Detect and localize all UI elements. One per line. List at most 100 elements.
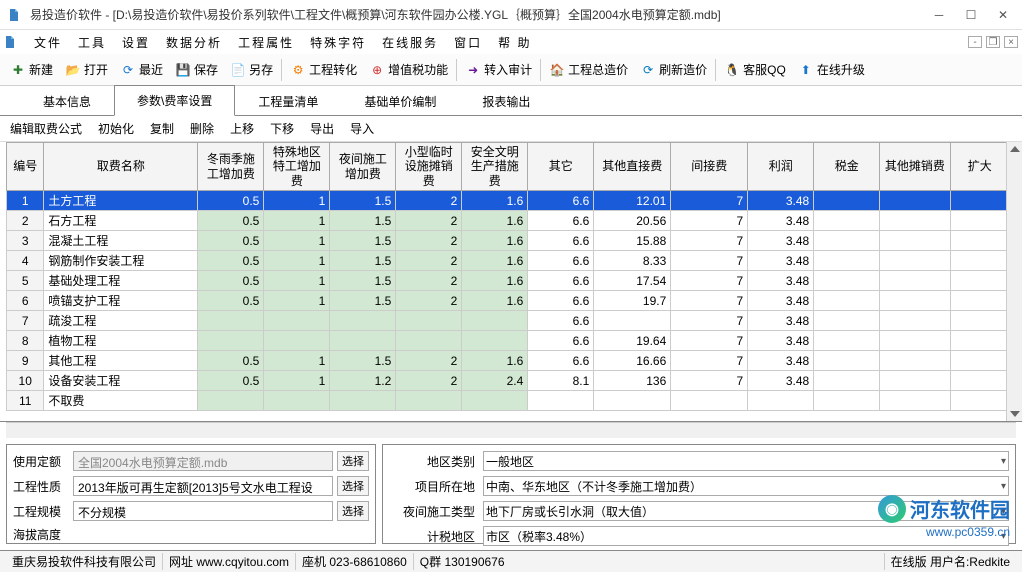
cell[interactable]: 1.6 (462, 351, 528, 371)
cell[interactable]: 19.7 (594, 291, 671, 311)
cell[interactable] (950, 371, 1009, 391)
cell[interactable] (748, 391, 814, 411)
cell[interactable] (950, 191, 1009, 211)
sub-movedown[interactable]: 下移 (266, 118, 298, 139)
row-name[interactable]: 植物工程 (44, 331, 198, 351)
col-header[interactable]: 扩大 (950, 143, 1009, 191)
cell[interactable]: 1.6 (462, 231, 528, 251)
cell[interactable]: 2 (396, 231, 462, 251)
cell[interactable] (880, 371, 950, 391)
cell[interactable]: 6.6 (528, 291, 594, 311)
cell[interactable] (814, 371, 880, 391)
cell[interactable]: 1.5 (330, 211, 396, 231)
cell[interactable]: 3.48 (748, 271, 814, 291)
cell[interactable]: 0.5 (198, 291, 264, 311)
cell[interactable]: 1.6 (462, 291, 528, 311)
cell[interactable] (880, 271, 950, 291)
minimize-button[interactable]: ─ (932, 8, 946, 22)
cell[interactable]: 2 (396, 211, 462, 231)
table-row[interactable]: 9其他工程0.511.521.66.616.6673.48 (7, 351, 1010, 371)
col-header[interactable]: 其他摊销费 (880, 143, 950, 191)
sub-import[interactable]: 导入 (346, 118, 378, 139)
cell[interactable]: 1.5 (330, 191, 396, 211)
cell[interactable] (950, 391, 1009, 411)
mdi-restore[interactable]: ❐ (986, 36, 1000, 48)
col-header[interactable]: 取费名称 (44, 143, 198, 191)
grid-scrollbar-horizontal[interactable] (6, 422, 1016, 438)
tool-upgrade[interactable]: ⬆在线升级 (792, 58, 871, 81)
cell[interactable]: 2.4 (462, 371, 528, 391)
tool-save[interactable]: 💾保存 (169, 58, 224, 81)
cell[interactable]: 0.5 (198, 191, 264, 211)
cell[interactable]: 0.5 (198, 211, 264, 231)
cell[interactable]: 3.48 (748, 371, 814, 391)
col-header[interactable]: 特殊地区特工增加费 (264, 143, 330, 191)
cell[interactable]: 1.5 (330, 251, 396, 271)
table-row[interactable]: 7疏浚工程6.673.48 (7, 311, 1010, 331)
cell[interactable] (814, 271, 880, 291)
region-select[interactable]: 一般地区 (483, 451, 1009, 471)
sub-init[interactable]: 初始化 (94, 118, 138, 139)
cell[interactable]: 7 (671, 331, 748, 351)
cell[interactable]: 1 (264, 231, 330, 251)
cell[interactable] (880, 191, 950, 211)
cell[interactable]: 6.6 (528, 231, 594, 251)
cell[interactable]: 17.54 (594, 271, 671, 291)
col-header[interactable]: 税金 (814, 143, 880, 191)
cell[interactable] (814, 311, 880, 331)
cell[interactable]: 7 (671, 231, 748, 251)
cell[interactable]: 0.5 (198, 351, 264, 371)
scale-select-btn[interactable]: 选择 (337, 501, 369, 521)
table-row[interactable]: 2石方工程0.511.521.66.620.5673.48 (7, 211, 1010, 231)
table-row[interactable]: 3混凝土工程0.511.521.66.615.8873.48 (7, 231, 1010, 251)
cell[interactable]: 2 (396, 191, 462, 211)
cell[interactable] (880, 231, 950, 251)
cell[interactable] (264, 311, 330, 331)
cell[interactable]: 1 (264, 271, 330, 291)
table-row[interactable]: 4钢筋制作安装工程0.511.521.66.68.3373.48 (7, 251, 1010, 271)
cell[interactable]: 6.6 (528, 271, 594, 291)
nature-input[interactable]: 2013年版可再生定额[2013]5号文水电工程设 (73, 476, 333, 496)
col-header[interactable]: 夜间施工增加费 (330, 143, 396, 191)
cell[interactable] (880, 331, 950, 351)
close-button[interactable]: ✕ (996, 8, 1010, 22)
menu-props[interactable]: 工程属性 (230, 32, 302, 53)
cell[interactable] (671, 391, 748, 411)
cell[interactable]: 0.5 (198, 231, 264, 251)
tab-params[interactable]: 参数\费率设置 (114, 85, 235, 116)
cell[interactable] (462, 391, 528, 411)
cell[interactable]: 20.56 (594, 211, 671, 231)
cell[interactable]: 19.64 (594, 331, 671, 351)
night-select[interactable]: 地下厂房或长引水洞（取大值） (483, 501, 1009, 521)
tab-basic[interactable]: 基本信息 (20, 86, 114, 116)
cell[interactable]: 1 (264, 371, 330, 391)
tool-audit[interactable]: ➜转入审计 (459, 58, 538, 81)
cell[interactable] (814, 351, 880, 371)
cell[interactable] (814, 231, 880, 251)
cell[interactable]: 7 (671, 271, 748, 291)
nature-select-btn[interactable]: 选择 (337, 476, 369, 496)
cell[interactable]: 3.48 (748, 291, 814, 311)
cell[interactable]: 1 (264, 251, 330, 271)
row-name[interactable]: 喷锚支护工程 (44, 291, 198, 311)
tool-new[interactable]: ✚新建 (4, 58, 59, 81)
cell[interactable] (528, 391, 594, 411)
cell[interactable] (462, 311, 528, 331)
cell[interactable]: 3.48 (748, 351, 814, 371)
cell[interactable]: 2 (396, 351, 462, 371)
cell[interactable]: 7 (671, 311, 748, 331)
cell[interactable]: 0.5 (198, 371, 264, 391)
sub-delete[interactable]: 删除 (186, 118, 218, 139)
location-select[interactable]: 中南、华东地区（不计冬季施工增加费） (483, 476, 1009, 496)
tab-baseprice[interactable]: 基础单价编制 (341, 86, 459, 116)
cell[interactable]: 1.6 (462, 211, 528, 231)
table-row[interactable]: 10设备安装工程0.511.222.48.113673.48 (7, 371, 1010, 391)
cell[interactable]: 1 (264, 291, 330, 311)
table-row[interactable]: 5基础处理工程0.511.521.66.617.5473.48 (7, 271, 1010, 291)
cell[interactable]: 2 (396, 271, 462, 291)
row-name[interactable]: 土方工程 (44, 191, 198, 211)
cell[interactable] (198, 331, 264, 351)
row-name[interactable]: 设备安装工程 (44, 371, 198, 391)
cell[interactable] (198, 311, 264, 331)
cell[interactable] (594, 311, 671, 331)
